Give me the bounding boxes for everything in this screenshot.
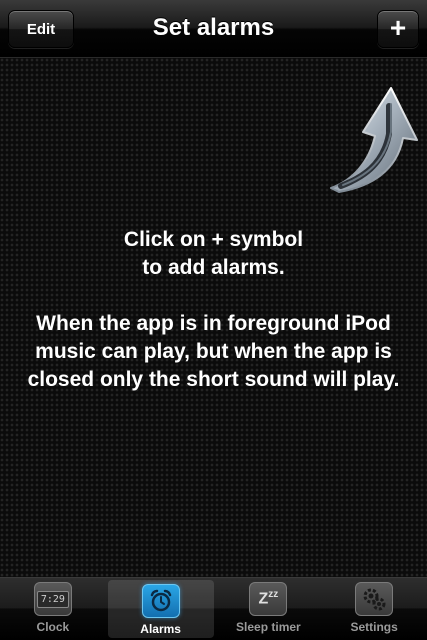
gears-icon [355, 582, 394, 616]
page-title: Set alarms [152, 14, 275, 41]
instruction-line: Click on + symbol [123, 228, 304, 251]
note-line: music can play, but when the app is [35, 340, 392, 363]
alarms-empty-view: Click on + symbol to add alarms. When th… [0, 58, 427, 577]
tab-clock[interactable]: 7:29 Clock [0, 578, 106, 640]
clock-icon-display: 7:29 [36, 590, 69, 608]
instruction-line: to add alarms. [142, 256, 285, 279]
alarm-clock-icon [141, 584, 180, 618]
tab-settings-label: Settings [350, 620, 398, 634]
tab-bar: 7:29 Clock Alarms Zzz Sleep timer Settin… [0, 577, 427, 640]
gears-icon-glyph [363, 588, 386, 611]
clock-icon: 7:29 [33, 582, 72, 616]
tab-clock-label: Clock [36, 620, 70, 634]
tab-settings[interactable]: Settings [321, 578, 427, 640]
tab-alarms-label: Alarms [140, 622, 181, 636]
alarm-clock-icon-glyph [150, 589, 171, 612]
curved-arrow-up-right-icon [330, 87, 418, 193]
note-line: When the app is in foreground iPod [36, 312, 391, 335]
tab-sleep-timer-label: Sleep timer [236, 620, 301, 634]
navigation-bar: Edit Set alarms + [0, 0, 427, 58]
tab-sleep-timer[interactable]: Zzz Sleep timer [216, 578, 322, 640]
note-line: closed only the short sound will play. [27, 368, 400, 391]
instruction-text: Click on + symbol to add alarms. When th… [0, 226, 427, 394]
edit-button[interactable]: Edit [8, 10, 74, 48]
sleep-zzz-icon: Zzz [249, 582, 288, 616]
tab-alarms[interactable]: Alarms [107, 580, 214, 638]
add-alarm-button[interactable]: + [377, 10, 419, 48]
